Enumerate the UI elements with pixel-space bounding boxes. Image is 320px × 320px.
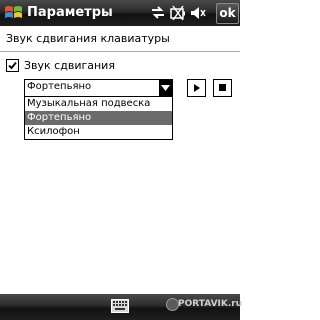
sound-checkbox[interactable] xyxy=(6,59,19,72)
stop-icon xyxy=(219,84,226,91)
app-title: Параметры xyxy=(27,5,113,20)
play-icon xyxy=(194,84,200,92)
connectivity-icon[interactable] xyxy=(150,3,166,23)
title-bar: Параметры ok xyxy=(0,0,240,26)
dropdown-selected-value: Фортепьяно xyxy=(27,81,92,92)
section-header: Звук сдвигания клавиатуры xyxy=(6,32,170,45)
ok-button[interactable]: ok xyxy=(216,3,239,24)
keyboard-icon[interactable] xyxy=(111,298,129,313)
sound-checkbox-label[interactable]: Звук сдвигания xyxy=(24,59,115,72)
battery-icon[interactable] xyxy=(170,3,186,23)
dropdown-option[interactable]: Ксилофон xyxy=(25,125,172,139)
dropdown-options-list: Музыкальная подвеска Фортепьяно Ксилофон xyxy=(24,96,173,140)
play-button[interactable] xyxy=(187,79,206,97)
section-divider xyxy=(0,51,240,52)
stop-button[interactable] xyxy=(213,79,232,97)
volume-icon[interactable] xyxy=(190,3,206,23)
checkmark-icon xyxy=(8,61,17,70)
sound-dropdown[interactable]: Фортепьяно xyxy=(24,79,173,97)
dropdown-option-selected[interactable]: Фортепьяно xyxy=(25,111,172,125)
watermark: PORTAVIK.ru xyxy=(178,299,243,309)
dropdown-arrow-button[interactable] xyxy=(159,80,172,96)
start-logo[interactable] xyxy=(3,3,24,23)
dropdown-option[interactable]: Музыкальная подвеска xyxy=(25,97,172,111)
chevron-down-icon xyxy=(161,85,170,91)
